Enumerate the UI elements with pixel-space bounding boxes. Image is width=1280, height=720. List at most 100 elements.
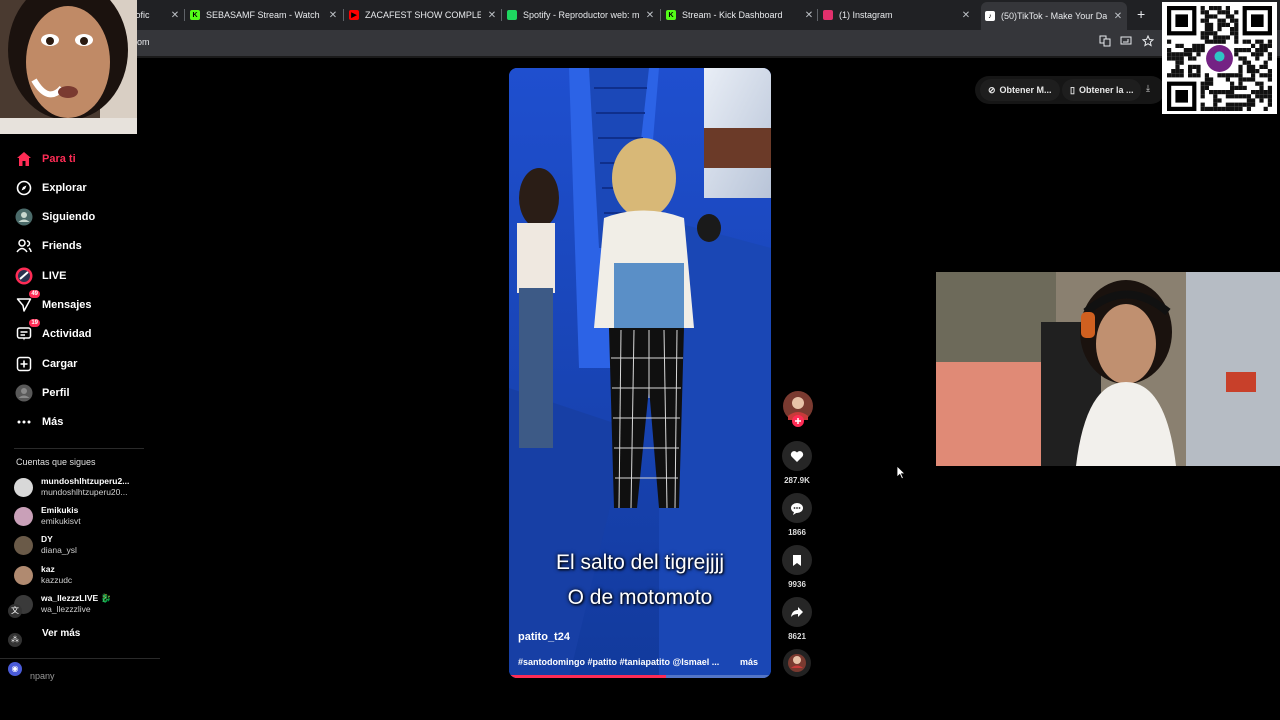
followed-account[interactable]: DY diana_ysl	[14, 532, 141, 558]
share-action: 8621	[782, 597, 812, 641]
following-avatar-icon	[14, 207, 34, 227]
tab-favicon-icon: K	[190, 10, 200, 20]
browser-tab[interactable]: ▶ ZACAFEST SHOW COMPLETO - ✕	[349, 4, 497, 26]
sidebar-item-mensajes[interactable]: 49 Mensajes	[14, 290, 92, 316]
tab-title: (50)TikTok - Make Your Day	[1001, 11, 1107, 21]
cast-icon[interactable]	[1119, 35, 1133, 49]
heart-icon	[790, 450, 804, 462]
comment-action: 1866	[782, 493, 812, 537]
sidebar-item-perfil[interactable]: Perfil	[14, 382, 70, 404]
tab-close-icon[interactable]: ✕	[328, 10, 338, 21]
sidebar-item-label: LIVE	[42, 270, 67, 282]
toolbar-divider	[0, 56, 1280, 58]
home-icon	[14, 149, 34, 169]
avatar	[14, 477, 33, 497]
new-tab-button[interactable]: +	[1137, 6, 1145, 22]
get-music-button[interactable]: ⊘ Obtener M...	[980, 79, 1060, 101]
sidebar-item-friends[interactable]: Friends	[14, 235, 82, 257]
account-username: diana_ysl	[41, 545, 77, 555]
video-author[interactable]: patito_t24	[518, 631, 570, 643]
url-text[interactable]: om	[137, 37, 150, 47]
music-disc-button[interactable]	[782, 648, 812, 683]
upload-icon	[14, 354, 34, 374]
share-count: 8621	[788, 632, 806, 641]
tab-favicon-icon: K	[666, 10, 676, 20]
more-button[interactable]: más	[740, 657, 758, 667]
browser-tab[interactable]: K Stream - Kick Dashboard ✕	[666, 4, 814, 26]
browser-tab[interactable]: K SEBASAMF Stream - Watch Live ✕	[190, 4, 338, 26]
download-icon[interactable]: ⤓	[1146, 83, 1150, 94]
phone-icon: ▯	[1070, 84, 1075, 95]
sidebar-item-explorar[interactable]: Explorar	[14, 177, 87, 199]
profile-avatar-icon	[14, 383, 34, 403]
tab-close-icon[interactable]: ✕	[487, 10, 497, 21]
sidebar-divider	[0, 658, 160, 659]
account-text: mundoshlhtzuperu2... mundoshlhtzuperu20..…	[41, 476, 141, 498]
video-player[interactable]: El salto del tigrejjjj O de motomoto pat…	[509, 68, 771, 678]
tab-close-icon[interactable]: ✕	[1113, 11, 1123, 22]
messages-icon: 49	[14, 290, 40, 315]
mouse-cursor-icon	[896, 465, 906, 480]
followed-account[interactable]: kaz kazzudc	[14, 562, 141, 588]
sidebar-item-label: Siguiendo	[42, 211, 96, 223]
account-text: wa_llezzzLIVE 🐉 wa_llezzzlive	[41, 593, 141, 615]
tab-close-icon[interactable]: ✕	[170, 10, 180, 21]
like-action: 287.9K	[782, 441, 812, 485]
followed-account[interactable]: wa_llezzzLIVE 🐉 wa_llezzzlive	[14, 591, 141, 617]
account-username: mundoshlhtzuperu20...	[41, 487, 128, 497]
account-name: wa_llezzzLIVE 🐉	[41, 593, 112, 603]
sidebar-item-live[interactable]: LIVE	[14, 265, 66, 287]
like-button[interactable]	[782, 441, 812, 471]
webcam-overlay-right	[936, 272, 1280, 466]
browser-tab[interactable]: (1) Instagram ✕	[823, 4, 971, 26]
tab-close-icon[interactable]: ✕	[804, 10, 814, 21]
sidebar-item-m-s[interactable]: Más	[14, 411, 63, 433]
sidebar-item-label: Explorar	[42, 182, 87, 194]
account-text: kaz kazzudc	[41, 564, 141, 586]
sidebar-item-label: Para ti	[42, 153, 76, 165]
save-button[interactable]	[782, 545, 812, 575]
bookmark-icon	[793, 554, 801, 566]
sidebar-item-siguiendo[interactable]: Siguiendo	[14, 206, 95, 228]
followed-account[interactable]: mundoshlhtzuperu2... mundoshlhtzuperu20..…	[14, 474, 141, 500]
qr-pattern	[1167, 6, 1272, 111]
hashtags-text[interactable]: #santodomingo #patito #taniapatito @Isma…	[518, 657, 719, 667]
tab-close-icon[interactable]: ✕	[961, 10, 971, 21]
translate-float-icon[interactable]: 文	[8, 604, 22, 618]
account-name: kaz	[41, 564, 55, 574]
grid-float-icon[interactable]: ⁂	[8, 633, 22, 647]
tab-separator	[184, 9, 185, 21]
sidebar-item-cargar[interactable]: Cargar	[14, 353, 77, 375]
tab-title: (1) Instagram	[839, 10, 893, 20]
company-link[interactable]: npany	[30, 671, 55, 681]
sidebar-item-para-ti[interactable]: Para ti	[14, 148, 76, 170]
sidebar-item-label: Cargar	[42, 358, 78, 370]
tab-favicon-icon: ▶	[349, 10, 359, 20]
followed-account[interactable]: Emikukis emikukisvt	[14, 503, 141, 529]
tab-separator	[343, 9, 344, 21]
bookmark-star-icon[interactable]	[1141, 34, 1155, 49]
like-count: 287.9K	[784, 476, 810, 485]
video-progress-bar[interactable]	[509, 675, 771, 678]
sidebar-item-label: Mensajes	[42, 299, 92, 311]
webcam-overlay-top	[0, 0, 137, 134]
comment-button[interactable]	[782, 493, 812, 523]
qr-code	[1162, 2, 1277, 114]
creator-avatar-button[interactable]	[782, 390, 813, 433]
following-section-title: Cuentas que sigues	[16, 457, 96, 467]
sidebar-item-actividad[interactable]: 19 Actividad	[14, 319, 92, 345]
account-text: DY diana_ysl	[41, 534, 141, 556]
share-button[interactable]	[782, 597, 812, 627]
discord-icon[interactable]: ◉	[8, 662, 22, 676]
browser-tab[interactable]: ♪ (50)TikTok - Make Your Day ✕	[981, 2, 1127, 30]
get-app-button[interactable]: ▯ Obtener la ...	[1062, 79, 1142, 101]
address-bar[interactable]	[0, 30, 1280, 56]
tab-separator	[501, 9, 502, 21]
webcam-feed-right	[936, 272, 1280, 466]
browser-tab[interactable]: Spotify - Reproductor web: m ✕	[507, 4, 655, 26]
translate-icon[interactable]	[1098, 35, 1112, 49]
tab-close-icon[interactable]: ✕	[645, 10, 655, 21]
music-disc-icon	[783, 649, 811, 677]
see-more-link[interactable]: Ver más	[42, 628, 80, 639]
compass-icon	[14, 178, 34, 198]
